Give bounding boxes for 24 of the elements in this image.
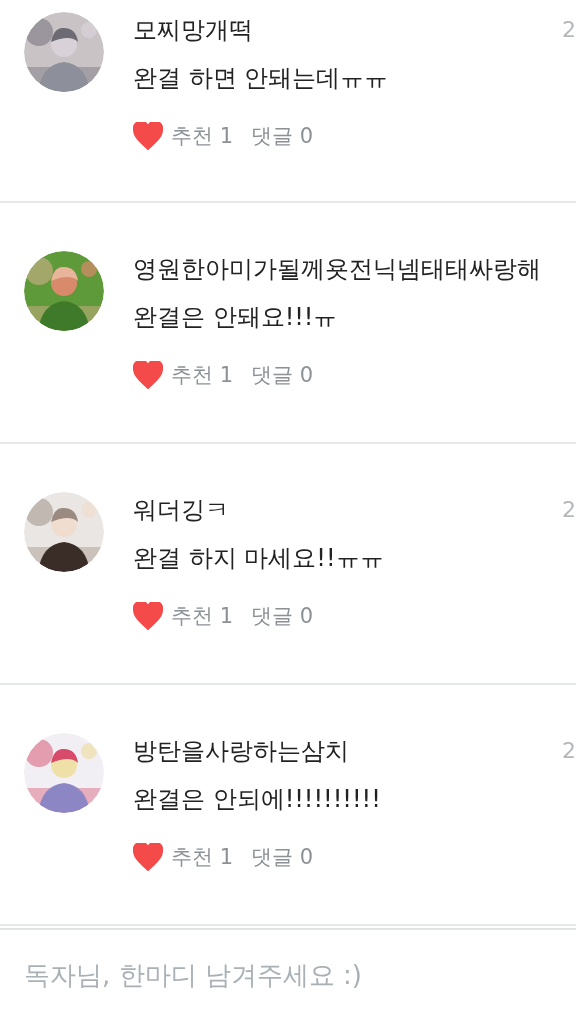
comment-date: 2 [562, 16, 576, 44]
comment-date: 2 [562, 737, 576, 765]
heart-icon[interactable] [133, 122, 163, 150]
like-count[interactable]: 추천 1 [171, 361, 234, 389]
like-count[interactable]: 추천 1 [171, 843, 234, 871]
reply-count[interactable]: 댓글 0 [251, 361, 314, 389]
reply-count[interactable]: 댓글 0 [251, 122, 314, 150]
like-count[interactable]: 추천 1 [171, 122, 234, 150]
comment-date: 2 [562, 496, 576, 524]
author-name: 방탄을사랑하는삼치 [133, 736, 349, 767]
heart-icon[interactable] [133, 602, 163, 630]
comment-text: 완결은 안돼요!!!ㅠ [133, 302, 339, 333]
author-name: 모찌망개떡 [133, 15, 253, 46]
author-name: 워더깅ㅋ [133, 495, 229, 526]
comment-text: 완결 하지 마세요!!ㅠㅠ [133, 543, 385, 574]
heart-icon[interactable] [133, 361, 163, 389]
heart-icon[interactable] [133, 843, 163, 871]
comment-text: 완결 하면 안돼는데ㅠㅠ [133, 63, 390, 94]
reply-count[interactable]: 댓글 0 [251, 843, 314, 871]
author-name: 영원한아미가될께욧전닉넴태태싸랑해 [133, 254, 541, 285]
like-count[interactable]: 추천 1 [171, 602, 234, 630]
reply-count[interactable]: 댓글 0 [251, 602, 314, 630]
comment-input[interactable]: 독자님, 한마디 남겨주세요 :) [24, 960, 552, 990]
comment-text: 완결은 안되에!!!!!!!!!! [133, 784, 382, 815]
